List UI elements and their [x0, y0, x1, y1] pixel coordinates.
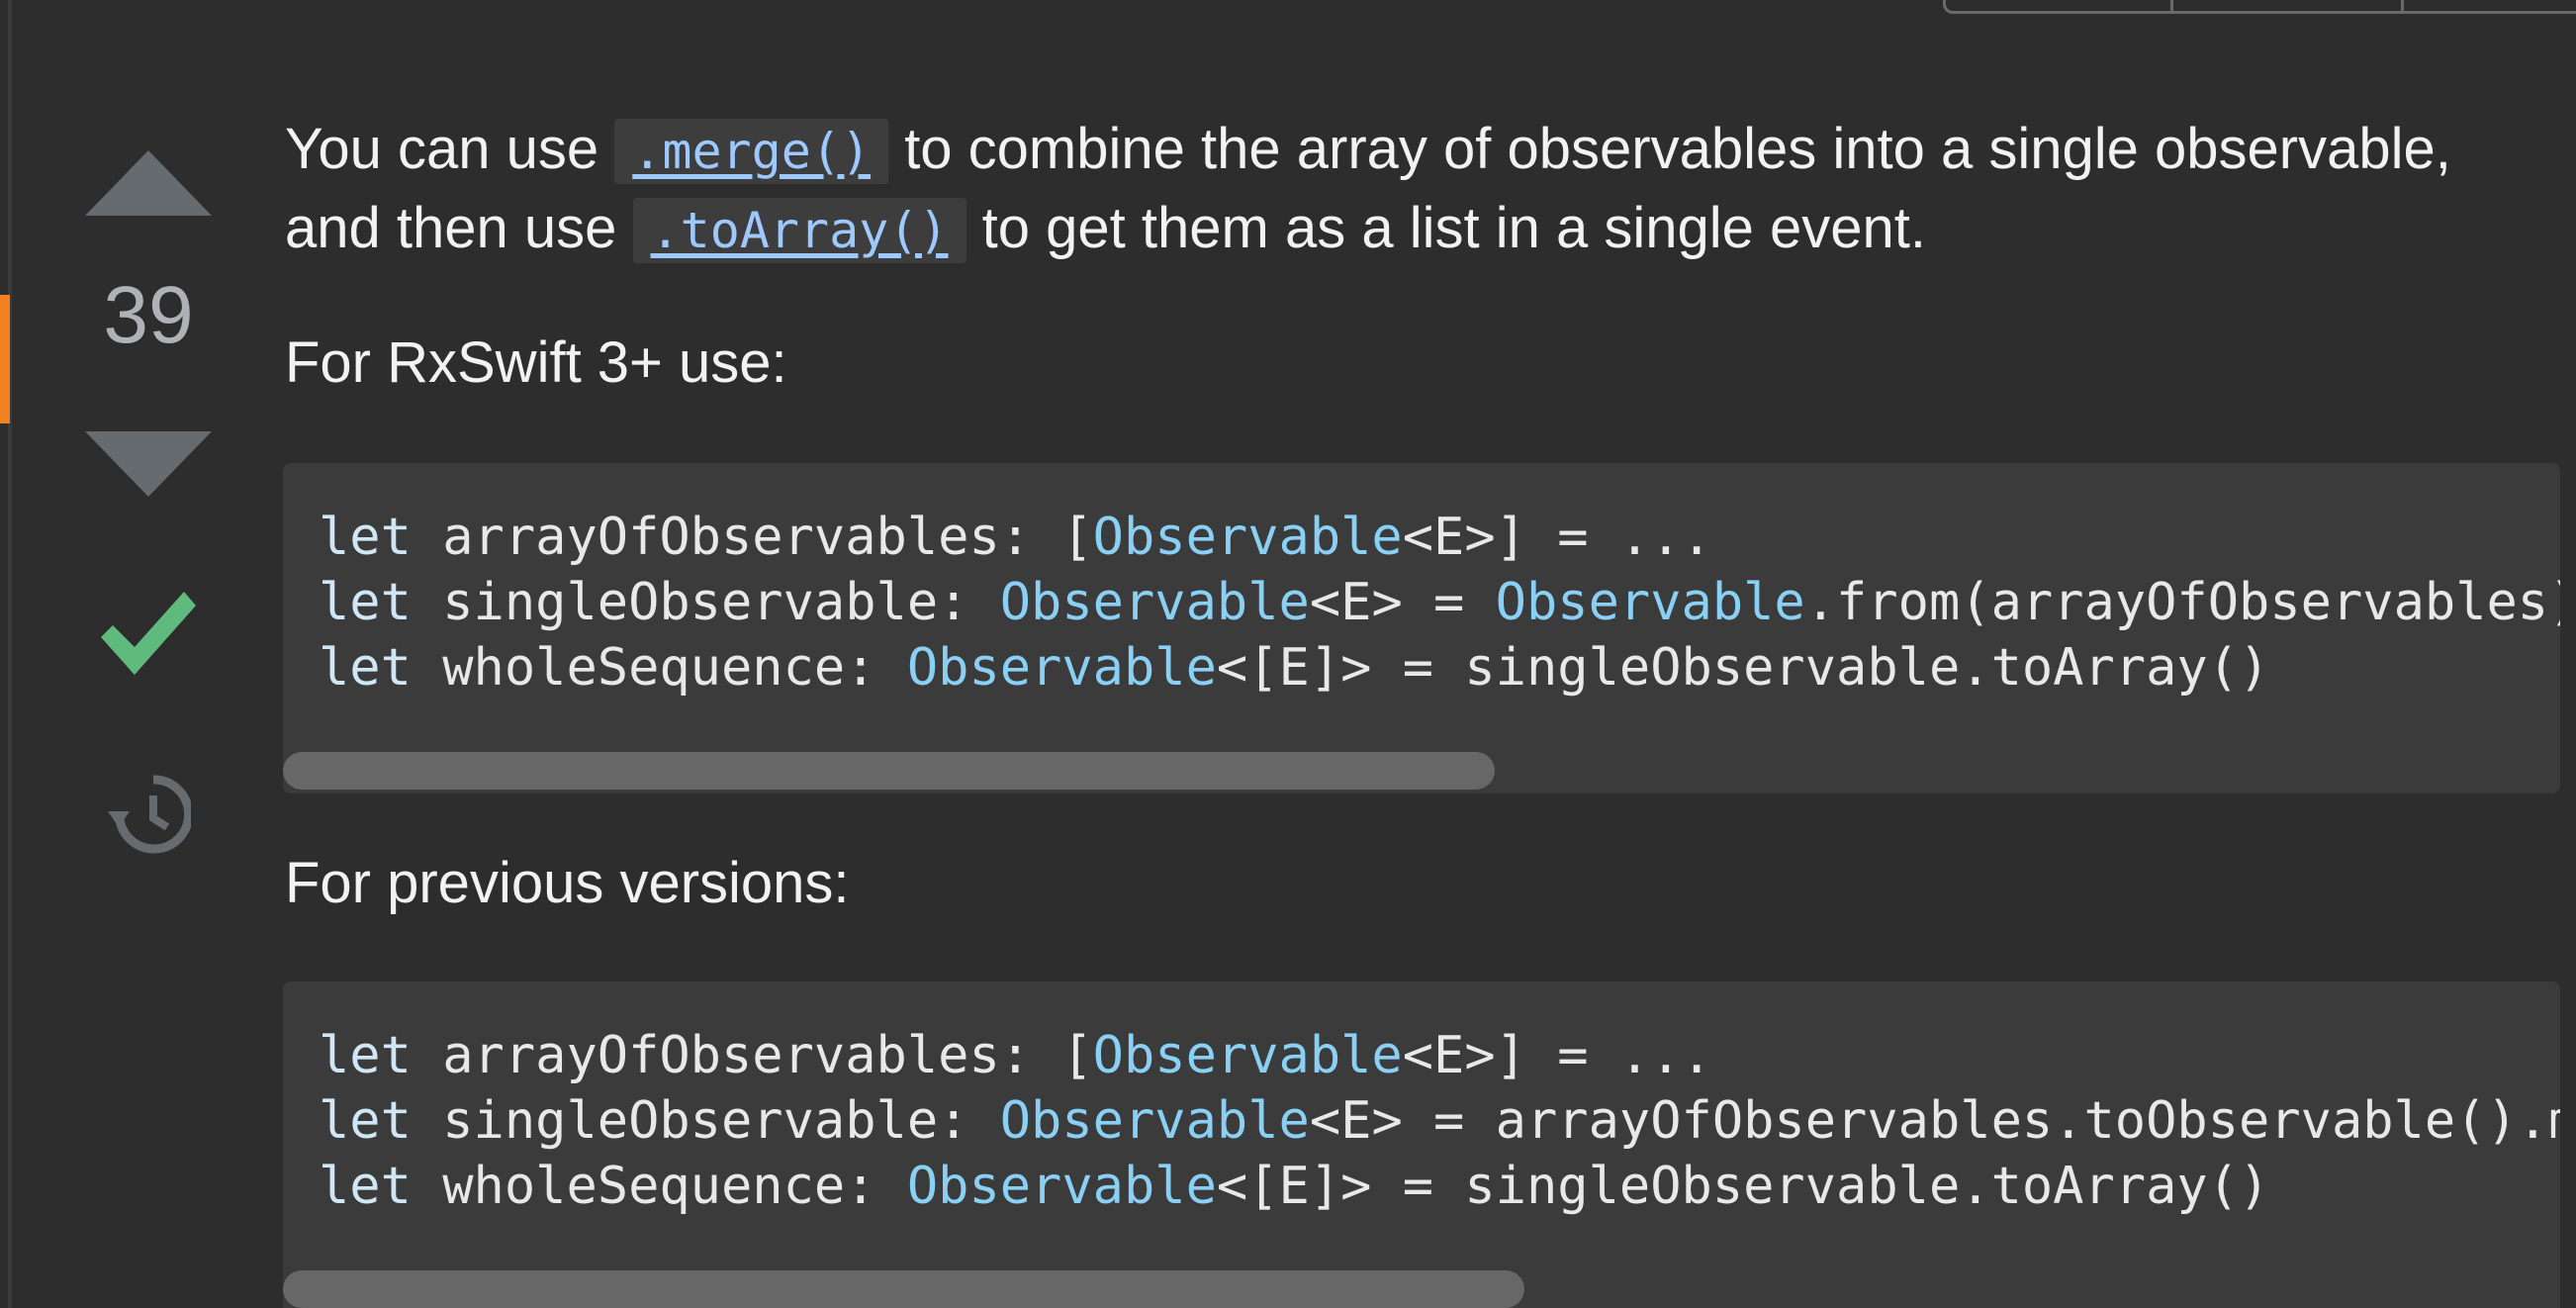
- history-icon[interactable]: [106, 772, 191, 857]
- answer-intro-line-1: You can use .merge() to combine the arra…: [285, 111, 2560, 190]
- code-text: wholeSequence:: [411, 638, 907, 698]
- code-keyword: let: [319, 1091, 412, 1151]
- active-post-indicator: [0, 295, 10, 423]
- top-tab-group: [1943, 0, 2576, 14]
- code-line: let wholeSequence: Observable<[E]> = sin…: [319, 635, 2560, 701]
- tab-1[interactable]: [1943, 0, 2173, 14]
- vote-count: 39: [103, 270, 194, 360]
- code-block-previous: let arrayOfObservables: [Observable<E>] …: [283, 981, 2560, 1308]
- intro-text-3: and then use: [285, 196, 633, 260]
- code-block-rxswift3: let arrayOfObservables: [Observable<E>] …: [283, 463, 2560, 794]
- intro-text-4: to get them as a list in a single event.: [966, 196, 1926, 260]
- intro-text-2: to combine the array of observables into…: [888, 117, 2451, 181]
- code-lines-previous: let arrayOfObservables: [Observable<E>] …: [319, 1023, 2560, 1219]
- answer-body: You can use .merge() to combine the arra…: [285, 111, 2560, 269]
- code-keyword: let: [319, 1157, 412, 1216]
- code-text: <E>] = ...: [1402, 508, 1712, 567]
- code-type: Observable: [1495, 573, 1805, 632]
- horizontal-scrollbar[interactable]: [283, 1270, 1524, 1308]
- code-text: arrayOfObservables: [: [411, 508, 1093, 567]
- accepted-checkmark-icon: [101, 592, 196, 675]
- previous-versions-heading: For previous versions:: [285, 851, 850, 915]
- answer-intro-line-2: and then use .toArray() to get them as a…: [285, 190, 2560, 269]
- code-line: let wholeSequence: Observable<[E]> = sin…: [319, 1154, 2560, 1219]
- intro-text-1: You can use: [285, 117, 615, 181]
- downvote-icon[interactable]: [85, 431, 212, 497]
- code-line: let arrayOfObservables: [Observable<E>] …: [319, 1023, 2560, 1088]
- code-keyword: let: [319, 1026, 412, 1085]
- code-type: Observable: [906, 1157, 1217, 1216]
- code-text: <[E]> = singleObservable.toArray(): [1216, 638, 2270, 698]
- code-type: Observable: [999, 573, 1310, 632]
- code-lines-rxswift3: let arrayOfObservables: [Observable<E>] …: [319, 505, 2560, 701]
- upvote-icon[interactable]: [85, 150, 212, 216]
- code-text: <E> =: [1309, 573, 1496, 632]
- code-type: Observable: [1092, 1026, 1403, 1085]
- code-type: Observable: [1092, 508, 1403, 567]
- merge-code-link[interactable]: .merge(): [614, 119, 889, 184]
- code-line: let singleObservable: Observable<E> = Ob…: [319, 570, 2560, 635]
- code-keyword: let: [319, 573, 412, 632]
- code-line: let singleObservable: Observable<E> = ar…: [319, 1088, 2560, 1154]
- code-keyword: let: [319, 638, 412, 698]
- toarray-code-link[interactable]: .toArray(): [632, 198, 966, 263]
- tab-2[interactable]: [2173, 0, 2404, 14]
- code-type: Observable: [906, 638, 1217, 698]
- left-border: [8, 0, 12, 1308]
- tab-3[interactable]: [2404, 0, 2576, 14]
- code-text: <[E]> = singleObservable.toArray(): [1216, 1157, 2270, 1216]
- code-text: singleObservable:: [411, 573, 1000, 632]
- code-text: wholeSequence:: [411, 1157, 907, 1216]
- code-text: singleObservable:: [411, 1091, 1000, 1151]
- code-text: <E>] = ...: [1402, 1026, 1712, 1085]
- horizontal-scrollbar[interactable]: [283, 752, 1495, 790]
- rxswift3-heading: For RxSwift 3+ use:: [285, 330, 787, 395]
- code-line: let arrayOfObservables: [Observable<E>] …: [319, 505, 2560, 570]
- code-text: arrayOfObservables: [: [411, 1026, 1093, 1085]
- code-text: .from(arrayOfObservables): [1804, 573, 2560, 632]
- code-text: <E> = arrayOfObservables.toObservable().…: [1309, 1091, 2560, 1151]
- code-type: Observable: [999, 1091, 1310, 1151]
- code-keyword: let: [319, 508, 412, 567]
